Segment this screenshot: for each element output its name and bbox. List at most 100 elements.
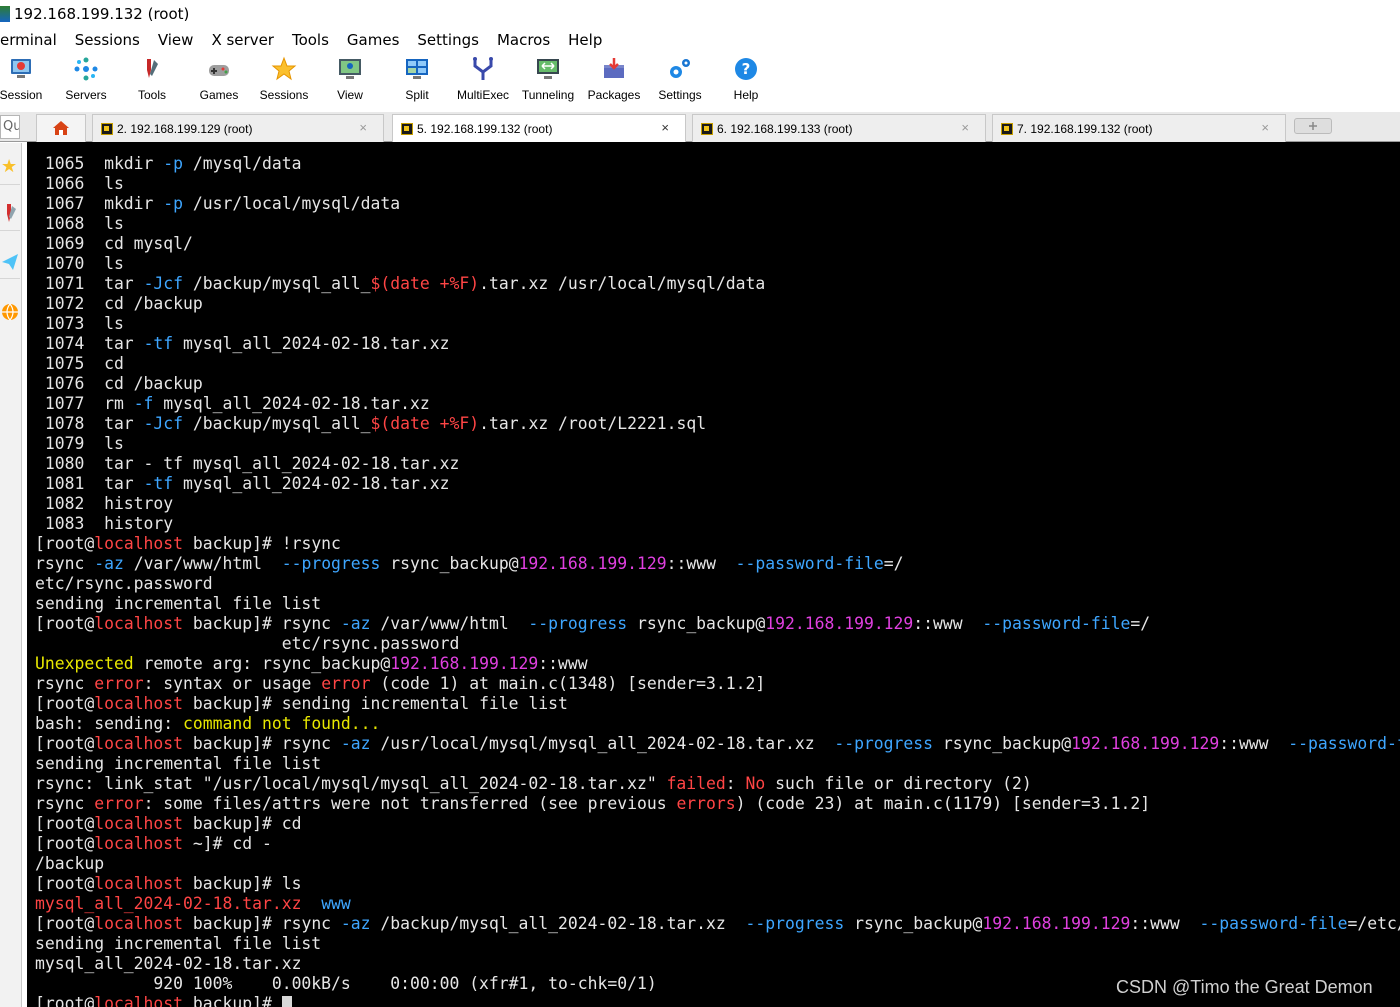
servers-button[interactable]: Servers [60, 52, 112, 108]
sidebar-item-tools[interactable] [0, 195, 20, 231]
terminal-text-span: 1070 ls [35, 254, 124, 273]
terminal-line: /backup [35, 854, 1400, 874]
terminal-text-span: [root@ [35, 914, 95, 933]
close-icon[interactable]: × [1261, 120, 1269, 135]
view-button[interactable]: View [328, 52, 372, 108]
menu-macros[interactable]: Macros [488, 31, 559, 49]
session-label: Session [0, 88, 43, 102]
close-icon[interactable]: × [359, 120, 367, 135]
close-icon[interactable]: × [661, 120, 669, 135]
menu-settings[interactable]: Settings [408, 31, 488, 49]
terminal-text-span: -p [163, 194, 184, 213]
terminal-text-span: mysql_all_2024-02-18.tar.xz [173, 474, 450, 493]
terminal-line: [root@localhost backup]# sending increme… [35, 694, 1400, 714]
settings-button[interactable]: Settings [654, 52, 706, 108]
split-button[interactable]: Split [396, 52, 438, 108]
terminal-line: 1082 histroy [35, 494, 1400, 514]
sidebar-item-macros[interactable] [0, 243, 20, 279]
terminal-line: 1075 cd [35, 354, 1400, 374]
tools-button[interactable]: Tools [128, 52, 176, 108]
games-icon [206, 56, 232, 82]
terminal-text-span: --password-file [735, 554, 884, 573]
tab-label: 6. 192.168.199.133 (root) [717, 121, 853, 136]
terminal-text-span: ::www [666, 554, 736, 573]
terminal-line: Unexpected remote arg: rsync_backup@192.… [35, 654, 1400, 674]
menu-games[interactable]: Games [338, 31, 408, 49]
session-button[interactable]: Session [0, 52, 44, 108]
terminal-text-span: (code 1) at main.c(1348) [sender=3.1.2] [370, 674, 766, 693]
terminal-text-span: /usr/local/mysql/mysql_all_2024-02-18.ta… [370, 734, 835, 753]
terminal-text-span: backup]# ls [183, 874, 302, 893]
tab-session-7[interactable]: 7. 192.168.199.132 (root) × [992, 114, 1286, 142]
terminal-text-span: sending incremental file list [35, 934, 322, 953]
terminal-text-span: backup]# rsync [183, 614, 341, 633]
terminal-line: rsync -az /var/www/html --progress rsync… [35, 554, 1400, 574]
terminal-cursor [281, 996, 292, 1007]
terminal-text-span: ::www [1219, 734, 1289, 753]
terminal-text-span: No [745, 774, 766, 793]
terminal-text-span: [root@ [35, 834, 95, 853]
quick-connect-input[interactable]: Qu [0, 115, 20, 139]
menu-view[interactable]: View [149, 31, 203, 49]
tab-session-5[interactable]: 5. 192.168.199.132 (root) × [392, 114, 686, 143]
terminal-text-span: ::www [913, 614, 983, 633]
servers-label: Servers [65, 88, 107, 102]
view-icon [337, 56, 363, 82]
terminal-text-span: 1082 histroy [35, 494, 174, 513]
tunneling-label: Tunneling [521, 88, 575, 102]
home-tab[interactable] [36, 114, 86, 142]
terminal-line: 1071 tar -Jcf /backup/mysql_all_$(date +… [35, 274, 1400, 294]
terminal-text-span: localhost [94, 734, 184, 753]
terminal-text-span: localhost [94, 614, 184, 633]
tab-session-6[interactable]: 6. 192.168.199.133 (root) × [692, 114, 986, 142]
terminal-text-span: localhost [94, 994, 184, 1007]
terminal-line: sending incremental file list [35, 934, 1400, 954]
terminal-line: sending incremental file list [35, 754, 1400, 774]
terminal-line: etc/rsync.password [35, 574, 1400, 594]
terminal-text-span: 1076 cd /backup [35, 374, 203, 393]
terminal-pane[interactable]: 1065 mkdir -p /mysql/data 1066 ls 1067 m… [27, 142, 1400, 1007]
terminal-text-span: sending incremental file list [35, 594, 322, 613]
tunneling-button[interactable]: Tunneling [518, 52, 578, 108]
terminal-text-span: rsync: link_stat "/usr/local/mysql/mysql… [35, 774, 667, 793]
sidebar-item-sftp[interactable] [0, 293, 20, 329]
sidebar-item-sessions[interactable]: ★ [0, 149, 20, 185]
terminal-text-span: Unexpected [35, 654, 134, 673]
terminal-text-span: 1073 ls [35, 314, 124, 333]
terminal-text-span: localhost [94, 914, 184, 933]
menu-sessions[interactable]: Sessions [66, 31, 149, 49]
terminal-text-span: ) (code 23) at main.c(1179) [sender=3.1.… [735, 794, 1151, 813]
window-title: 192.168.199.132 (root) [14, 5, 190, 23]
menu-help[interactable]: Help [559, 31, 611, 49]
terminal-text-span: -f [133, 394, 154, 413]
servers-icon [73, 56, 99, 82]
sessions-button[interactable]: Sessions [256, 52, 312, 108]
terminal-text-span: =/ [1130, 614, 1151, 633]
menu-terminal[interactable]: erminal [0, 31, 66, 49]
terminal-text-span: backup]# rsync [183, 734, 341, 753]
terminal-text-span: 1069 cd mysql/ [35, 234, 193, 253]
terminal-text-span: 1075 cd [35, 354, 124, 373]
games-button[interactable]: Games [194, 52, 244, 108]
terminal-text-span: [root@ [35, 814, 95, 833]
terminal-text-span: --password-file [1288, 734, 1400, 753]
new-tab-button[interactable] [1294, 118, 1332, 134]
multiexec-icon [470, 56, 496, 82]
close-icon[interactable]: × [961, 120, 969, 135]
terminal-line: 1073 ls [35, 314, 1400, 334]
packages-button[interactable]: Packages [586, 52, 642, 108]
terminal-text-span: error [321, 674, 371, 693]
terminal-line: 1077 rm -f mysql_all_2024-02-18.tar.xz [35, 394, 1400, 414]
terminal-text-span: rsync_backup@ [844, 914, 983, 933]
multiexec-button[interactable]: MultiExec [454, 52, 512, 108]
menu-tools[interactable]: Tools [283, 31, 338, 49]
terminal-text-span: mysql_all_2024-02-18.tar.xz [173, 334, 450, 353]
tab-session-2[interactable]: 2. 192.168.199.129 (root) × [92, 114, 384, 142]
tools-icon [139, 56, 165, 82]
terminal-text-span: -az [94, 554, 124, 573]
terminal-text-span: backup]# !rsync [183, 534, 341, 553]
packages-label: Packages [587, 88, 641, 102]
menu-x-server[interactable]: X server [202, 31, 283, 49]
help-button[interactable]: ? Help [724, 52, 768, 108]
terminal-text-span: localhost [94, 694, 184, 713]
